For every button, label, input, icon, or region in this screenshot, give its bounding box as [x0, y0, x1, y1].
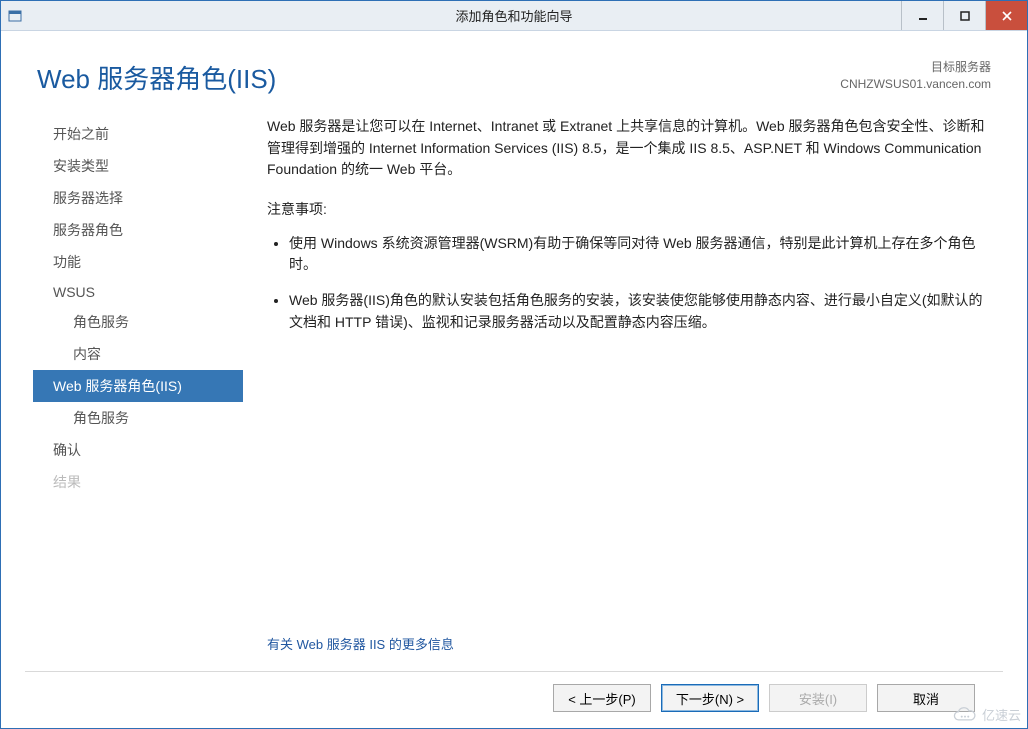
minimize-button[interactable]: [901, 1, 943, 30]
nav-wsus[interactable]: WSUS: [33, 278, 243, 306]
body-area: 开始之前 安装类型 服务器选择 服务器角色 功能 WSUS 角色服务 内容 We…: [1, 112, 1027, 671]
install-button: 安装(I): [769, 684, 867, 712]
header-area: Web 服务器角色(IIS) 目标服务器 CNHZWSUS01.vancen.c…: [1, 31, 1027, 112]
window-controls: [901, 1, 1027, 30]
main-panel: Web 服务器是让您可以在 Internet、Intranet 或 Extran…: [243, 112, 995, 671]
nav-wsus-role-services[interactable]: 角色服务: [33, 306, 243, 338]
target-server-label: 目标服务器: [840, 59, 991, 76]
wizard-window: 添加角色和功能向导 Web 服务器角色(IIS) 目标服务器 CNHZWSUS0…: [0, 0, 1028, 729]
nav-web-server-role-iis[interactable]: Web 服务器角色(IIS): [33, 370, 243, 402]
close-button[interactable]: [985, 1, 1027, 30]
content-area: Web 服务器角色(IIS) 目标服务器 CNHZWSUS01.vancen.c…: [1, 31, 1027, 728]
target-server-host: CNHZWSUS01.vancen.com: [840, 76, 991, 93]
previous-button[interactable]: < 上一步(P): [553, 684, 651, 712]
nav-results: 结果: [33, 466, 243, 498]
next-button[interactable]: 下一步(N) >: [661, 684, 759, 712]
window-title: 添加角色和功能向导: [1, 6, 1027, 25]
nav-confirmation[interactable]: 确认: [33, 434, 243, 466]
nav-server-selection[interactable]: 服务器选择: [33, 182, 243, 214]
notice-item: 使用 Windows 系统资源管理器(WSRM)有助于确保等同对待 Web 服务…: [289, 233, 985, 276]
page-title: Web 服务器角色(IIS): [37, 59, 276, 96]
nav-wsus-content[interactable]: 内容: [33, 338, 243, 370]
wizard-sidebar: 开始之前 安装类型 服务器选择 服务器角色 功能 WSUS 角色服务 内容 We…: [33, 112, 243, 671]
intro-text: Web 服务器是让您可以在 Internet、Intranet 或 Extran…: [267, 116, 985, 181]
nav-before-you-begin[interactable]: 开始之前: [33, 118, 243, 150]
notice-heading: 注意事项:: [267, 199, 985, 221]
nav-installation-type[interactable]: 安装类型: [33, 150, 243, 182]
app-icon: [1, 8, 29, 24]
notice-list: 使用 Windows 系统资源管理器(WSRM)有助于确保等同对待 Web 服务…: [271, 233, 985, 348]
cancel-button[interactable]: 取消: [877, 684, 975, 712]
titlebar: 添加角色和功能向导: [1, 1, 1027, 31]
wizard-footer: < 上一步(P) 下一步(N) > 安装(I) 取消: [25, 671, 1003, 724]
more-info-link[interactable]: 有关 Web 服务器 IIS 的更多信息: [267, 617, 985, 671]
maximize-button[interactable]: [943, 1, 985, 30]
notice-item: Web 服务器(IIS)角色的默认安装包括角色服务的安装，该安装使您能够使用静态…: [289, 290, 985, 333]
nav-iis-role-services[interactable]: 角色服务: [33, 402, 243, 434]
nav-server-roles[interactable]: 服务器角色: [33, 214, 243, 246]
target-server-info: 目标服务器 CNHZWSUS01.vancen.com: [840, 59, 991, 93]
nav-features[interactable]: 功能: [33, 246, 243, 278]
